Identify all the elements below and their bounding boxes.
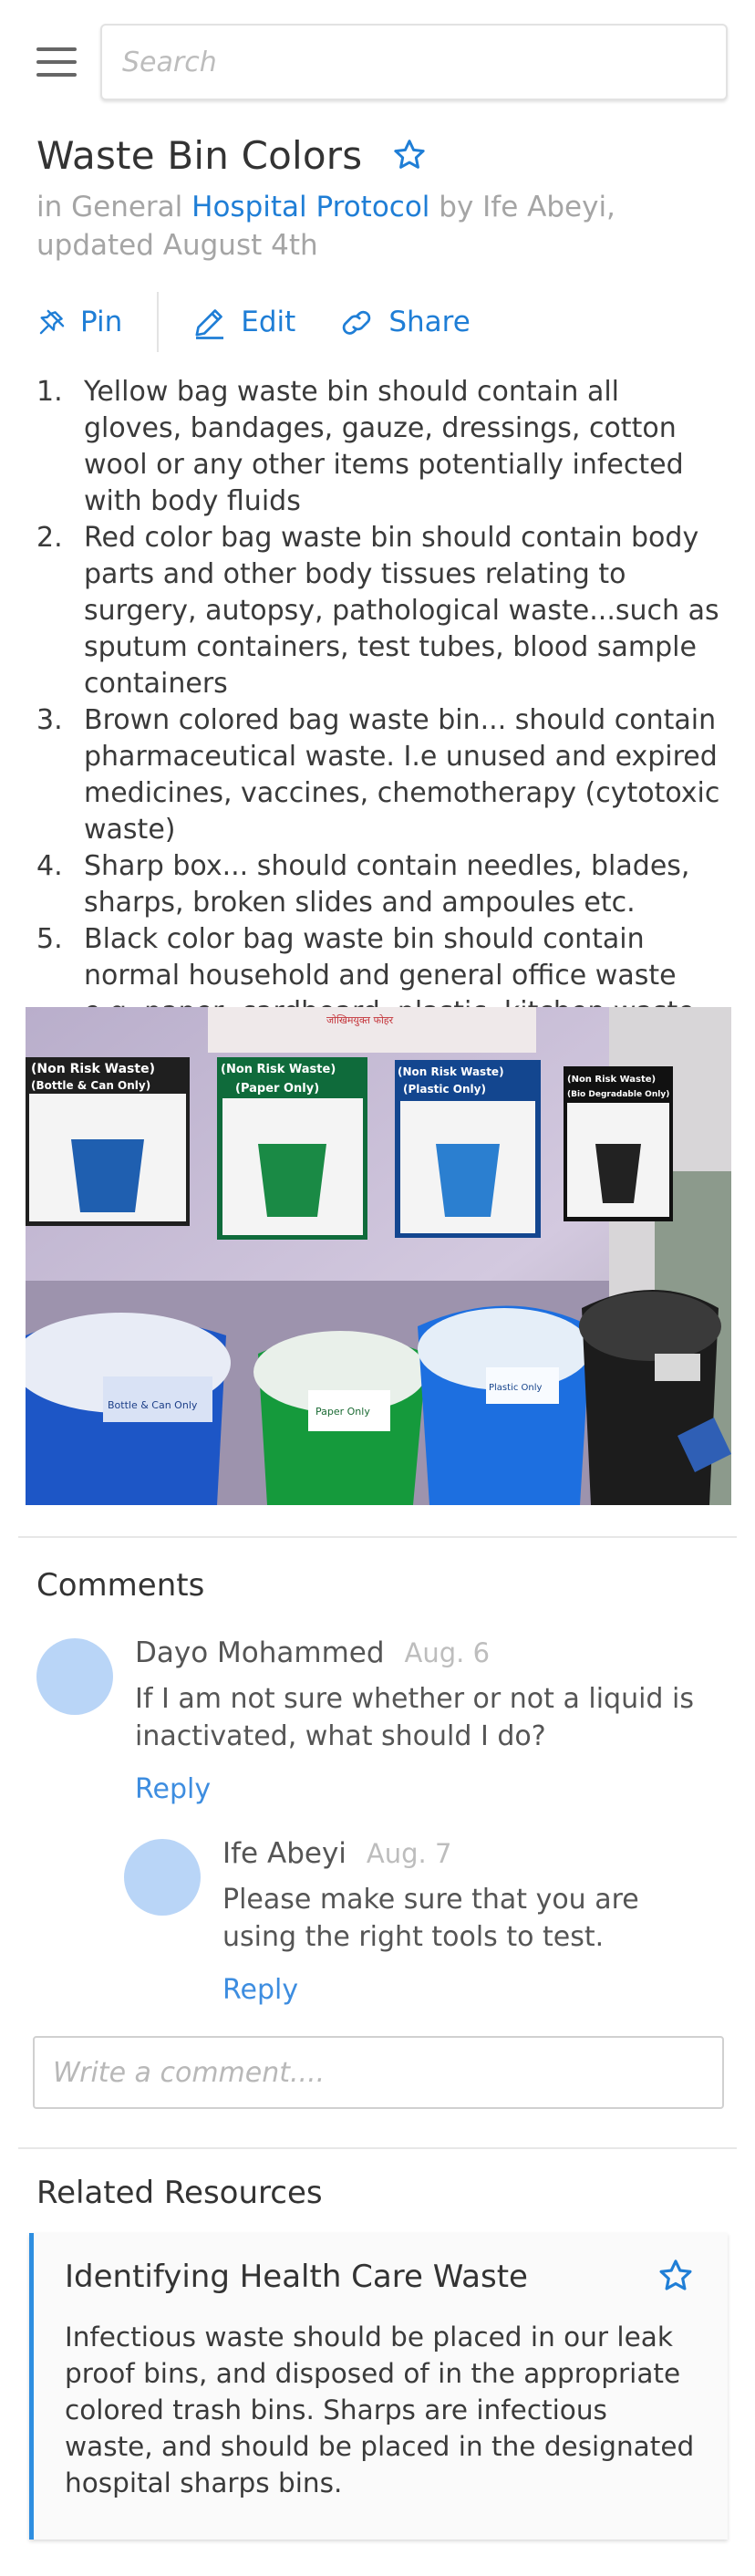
- comment-date: Aug. 6: [404, 1637, 491, 1668]
- related-resources-heading: Related Resources: [36, 2175, 323, 2211]
- search-input[interactable]: [100, 24, 728, 100]
- list-item-text: Sharp box... should contain needles, bla…: [84, 850, 690, 919]
- comments-heading: Comments: [36, 1567, 205, 1604]
- section-divider: [18, 1536, 737, 1538]
- avatar: [124, 1839, 201, 1916]
- list-item: 2. Red color bag waste bin should contain…: [36, 520, 720, 702]
- edit-button[interactable]: Edit: [191, 304, 295, 340]
- star-outline-icon[interactable]: [391, 137, 428, 173]
- reply-button[interactable]: Reply: [135, 1773, 211, 1805]
- comment-text: If I am not sure whether or not a liquid…: [135, 1683, 694, 1752]
- list-number: 5.: [36, 923, 63, 955]
- meta-author: by Ife Abeyi,: [439, 191, 615, 223]
- list-number: 1.: [36, 376, 63, 408]
- comment-author-name: Ife Abeyi: [222, 1837, 346, 1870]
- svg-text:जोखिमयुक्त फोहर: जोखिमयुक्त फोहर: [326, 1014, 394, 1026]
- pin-icon: [39, 309, 65, 335]
- share-button[interactable]: Share: [337, 306, 471, 338]
- hamburger-menu-icon[interactable]: [36, 44, 77, 80]
- comment-author: Dayo Mohammed Aug. 6: [135, 1636, 490, 1669]
- bin-label: Bottle & Can Only: [108, 1399, 198, 1411]
- card-title[interactable]: Identifying Health Care Waste: [65, 2259, 528, 2295]
- list-item-text: Brown colored bag waste bin... should co…: [84, 704, 720, 846]
- pencil-icon: [195, 309, 224, 339]
- list-number: 4.: [36, 850, 63, 882]
- sign-label: (Non Risk Waste): [221, 1063, 336, 1076]
- comment-author: Ife Abeyi Aug. 7: [222, 1837, 451, 1870]
- sign-sublabel: (Bottle & Can Only): [31, 1079, 150, 1092]
- list-item-text: Red color bag waste bin should contain b…: [84, 522, 719, 700]
- comment-author-name: Dayo Mohammed: [135, 1636, 385, 1669]
- steps-list: 1. Yellow bag waste bin should contain al…: [36, 374, 720, 1031]
- star-outline-icon[interactable]: [657, 2257, 695, 2295]
- link-icon: [343, 310, 371, 335]
- waste-bins-photo: जोखिमयुक्त फोहर (Non Risk Waste) (Bottle…: [26, 1007, 731, 1505]
- bin-label: Plastic Only: [489, 1383, 543, 1393]
- sign-label: (Non Risk Waste): [567, 1075, 656, 1085]
- meta-category: in General: [36, 191, 183, 223]
- related-resource-card[interactable]: Identifying Health Care Waste Infectious…: [29, 2233, 728, 2540]
- article-actions: Pin Edit Share: [36, 290, 471, 354]
- edit-label: Edit: [241, 306, 296, 338]
- list-item-text: Yellow bag waste bin should contain all …: [84, 376, 684, 517]
- collection-link[interactable]: Hospital Protocol: [191, 191, 429, 223]
- sign-sublabel: (Bio Degradable Only): [567, 1090, 669, 1099]
- reply-button[interactable]: Reply: [222, 1974, 298, 2006]
- pin-button[interactable]: Pin: [36, 306, 122, 338]
- pin-label: Pin: [80, 306, 123, 338]
- meta-updated: updated August 4th: [36, 229, 318, 262]
- comment-date: Aug. 7: [366, 1838, 452, 1869]
- list-number: 3.: [36, 704, 63, 736]
- avatar: [36, 1638, 113, 1715]
- sign-label: (Non Risk Waste): [398, 1065, 504, 1078]
- sign-label: (Non Risk Waste): [31, 1062, 155, 1076]
- article-meta: in General Hospital Protocol by Ife Abey…: [36, 188, 711, 265]
- bin-label: Paper Only: [315, 1406, 370, 1418]
- actions-divider: [157, 292, 160, 352]
- page-title: Waste Bin Colors: [36, 132, 363, 178]
- list-number: 2.: [36, 522, 63, 554]
- comment-input[interactable]: [33, 2036, 724, 2109]
- share-label: Share: [388, 306, 471, 338]
- list-item: 3. Brown colored bag waste bin... should …: [36, 702, 720, 848]
- sign-sublabel: (Paper Only): [235, 1082, 319, 1096]
- comment-text: Please make sure that you are using the …: [222, 1884, 639, 1953]
- list-item: 4. Sharp box... should contain needles, b…: [36, 848, 720, 921]
- list-item: 1. Yellow bag waste bin should contain al…: [36, 374, 720, 520]
- title-row: Waste Bin Colors: [36, 128, 428, 182]
- section-divider: [18, 2147, 737, 2149]
- waste-bins-illustration: जोखिमयुक्त फोहर (Non Risk Waste) (Bottle…: [26, 1007, 731, 1505]
- top-bar: [0, 0, 755, 120]
- card-description: Infectious waste should be placed in our…: [65, 2322, 695, 2498]
- sign-sublabel: (Plastic Only): [403, 1083, 486, 1096]
